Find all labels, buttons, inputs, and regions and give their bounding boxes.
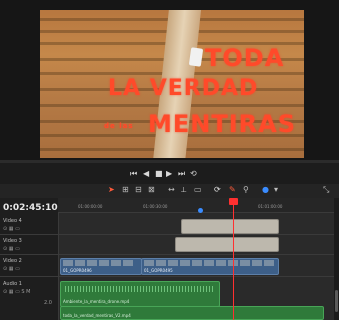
ruler-label: 01:01:00:00 [258, 204, 283, 209]
first-frame-icon[interactable]: ⏮ [130, 169, 137, 179]
car-image [188, 47, 204, 67]
video1-clip-b[interactable]: 01_GOPR0495 [141, 258, 279, 275]
app-window: TODA LA VERDAD de las MENTIRAS ⏮ ◀ ■ ▶ ⏭… [0, 0, 339, 320]
title-line-2: LA VERDAD [108, 76, 259, 101]
stop-icon[interactable]: ■ [155, 169, 163, 178]
blade-icon[interactable]: ⊟ [135, 185, 142, 194]
video-frame: TODA LA VERDAD de las MENTIRAS [40, 10, 304, 158]
timecode-display: 0:02:45:10 [3, 203, 58, 213]
title-line-3b: MENTIRAS [148, 110, 297, 138]
zoom-icon[interactable]: ⤡ [323, 185, 329, 195]
insert-icon[interactable]: ⊠ [148, 185, 155, 194]
title-line-3a: de las [104, 122, 134, 130]
title-line-1: TODA [205, 44, 285, 72]
playhead[interactable] [233, 198, 234, 320]
overwrite-icon[interactable]: ↔ [168, 185, 175, 194]
video4-clip[interactable] [181, 219, 279, 234]
video1-clip-a[interactable]: 01_GOPR0496 [60, 258, 142, 275]
video3-clip[interactable] [175, 237, 279, 252]
viewer-scrubber[interactable] [0, 160, 339, 163]
ruler-label: 01:00:30:00 [143, 204, 168, 209]
play-icon[interactable]: ▶ [166, 169, 172, 178]
marker-dropdown-icon[interactable]: ▾ [274, 185, 278, 194]
track-controls-icon[interactable]: ⊙ ▦ ▭ [3, 246, 20, 252]
scrollbar-thumb[interactable] [335, 290, 338, 312]
ruler-label: 01:00:00:00 [78, 204, 103, 209]
track-name-audio1: Audio 1 [3, 281, 22, 287]
track-controls-icon[interactable]: ⊙ ▦ ▭ [3, 226, 20, 232]
rewind-icon[interactable]: ◀ [143, 169, 149, 178]
timeline-marker[interactable] [198, 208, 203, 213]
flag-icon[interactable]: ⚲ [243, 185, 249, 194]
video-viewer[interactable]: TODA LA VERDAD de las MENTIRAS [0, 0, 339, 160]
playhead-handle[interactable] [229, 198, 238, 205]
fast-forward-icon[interactable]: ⏭ [178, 169, 185, 179]
track-controls-icon[interactable]: ⊙ ▦ ▭ [3, 266, 20, 272]
trim-icon[interactable]: ⊞ [122, 185, 129, 194]
replace-icon[interactable]: ⟂ [181, 185, 186, 195]
link-icon[interactable]: ✎ [229, 185, 236, 194]
select-icon[interactable]: ➤ [108, 185, 115, 194]
audio-clip-a[interactable]: Ambiente_la_mentira_drone.mp4 [60, 281, 220, 307]
track-controls-icon[interactable]: ⊙ ▦ ▭ S M [3, 289, 30, 295]
track-name-video4: Video 4 [3, 218, 22, 224]
fit-icon[interactable]: ▭ [194, 185, 202, 194]
audio-clip-b[interactable]: toda_la_verdad_mentiras_V2.mp4 [60, 306, 324, 320]
snap-icon[interactable]: ⟳ [214, 185, 221, 194]
track-name-video3: Video 3 [3, 238, 22, 244]
loop-icon[interactable]: ⟲ [190, 169, 197, 178]
marker-icon[interactable]: ● [262, 185, 269, 194]
track-name-video2: Video 2 [3, 258, 22, 264]
audio-level: 2.0 [44, 300, 52, 306]
